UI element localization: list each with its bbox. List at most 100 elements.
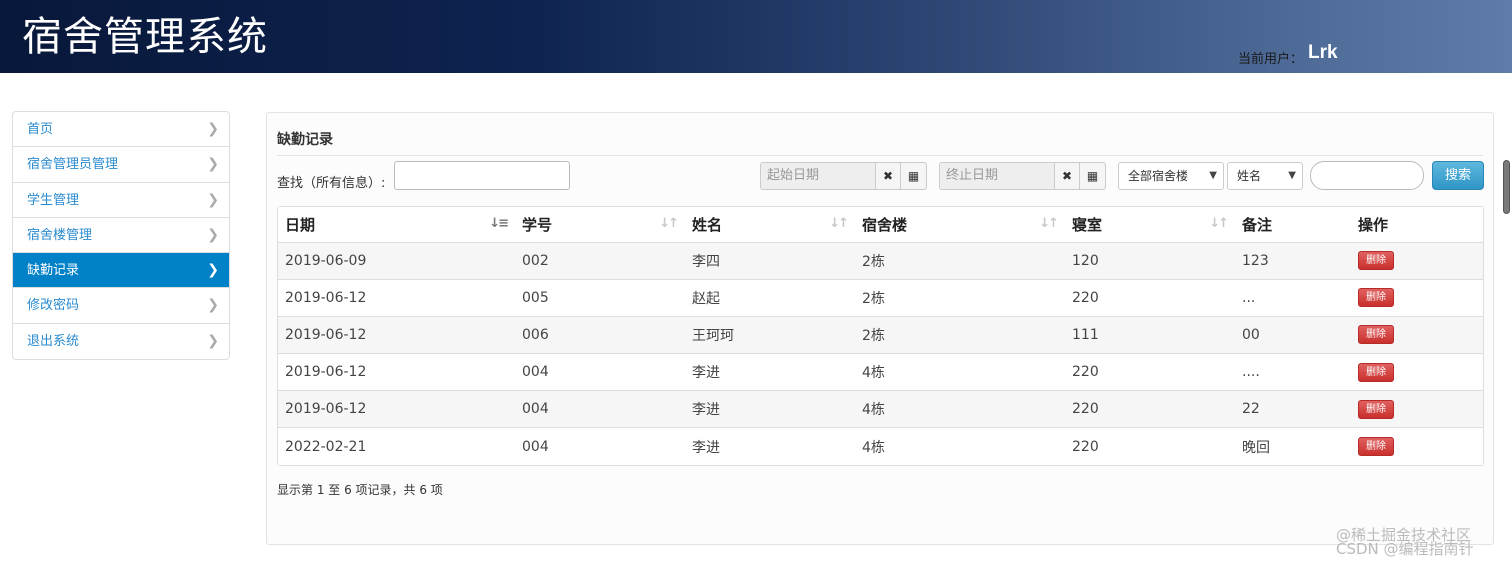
cell-id: 005 bbox=[515, 278, 685, 317]
sidebar-item-buildings[interactable]: 宿舍楼管理 ❯ bbox=[13, 218, 229, 254]
cell-date: 2019-06-12 bbox=[278, 353, 515, 391]
cell-action: 删除 bbox=[1351, 278, 1483, 317]
keyword-input[interactable] bbox=[1310, 161, 1424, 190]
cell-action: 删除 bbox=[1351, 427, 1483, 466]
current-user-label: 当前用户： bbox=[1238, 52, 1304, 67]
sort-icon: ↓↑ bbox=[1209, 216, 1229, 231]
cell-date: 2022-02-21 bbox=[278, 427, 515, 466]
chevron-down-icon: ▼ bbox=[1209, 170, 1217, 181]
column-header-id[interactable]: 学号 ↓↑ bbox=[515, 207, 685, 243]
chevron-right-icon: ❯ bbox=[207, 262, 219, 279]
table-row: 2019-06-12 004 李进 4栋 220 .... 删除 bbox=[278, 353, 1483, 391]
app-title: 宿舍管理系统 bbox=[22, 14, 268, 60]
column-header-building[interactable]: 宿舍楼 ↓↑ bbox=[855, 207, 1065, 243]
cell-note: ... bbox=[1235, 278, 1351, 317]
delete-button[interactable]: 删除 bbox=[1358, 325, 1394, 345]
divider bbox=[277, 155, 1483, 156]
delete-button[interactable]: 删除 bbox=[1358, 399, 1394, 419]
column-label: 日期 bbox=[285, 215, 316, 234]
cell-date: 2019-06-09 bbox=[278, 241, 515, 280]
sort-icon: ↓↑ bbox=[659, 216, 679, 231]
sort-asc-icon: ↓≡ bbox=[489, 216, 509, 231]
sort-icon: ↓↑ bbox=[829, 216, 849, 231]
end-date-group: 终止日期 ✖ ▦ bbox=[939, 162, 1106, 190]
cell-action: 删除 bbox=[1351, 241, 1483, 280]
sidebar-item-label: 修改密码 bbox=[27, 298, 80, 314]
delete-button[interactable]: 删除 bbox=[1358, 288, 1394, 308]
chevron-right-icon: ❯ bbox=[207, 332, 219, 349]
sidebar-item-absence[interactable]: 缺勤记录 ❯ bbox=[13, 253, 229, 289]
table-row: 2019-06-12 005 赵起 2栋 220 ... 删除 bbox=[278, 278, 1483, 317]
cell-note: 22 bbox=[1235, 390, 1351, 428]
cell-date: 2019-06-12 bbox=[278, 315, 515, 354]
calendar-icon[interactable]: ▦ bbox=[1080, 162, 1106, 190]
column-header-action: 操作 bbox=[1351, 207, 1483, 243]
cell-room: 120 bbox=[1065, 241, 1235, 280]
field-select[interactable]: 姓名 ▼ bbox=[1227, 162, 1303, 190]
sidebar-item-label: 首页 bbox=[27, 122, 54, 137]
absence-panel: 缺勤记录 查找（所有信息）: 起始日期 ✖ ▦ 终止日期 ✖ ▦ 全部宿舍楼 ▼… bbox=[266, 112, 1494, 545]
building-select-value: 全部宿舍楼 bbox=[1128, 169, 1189, 183]
start-date-input[interactable]: 起始日期 bbox=[760, 162, 875, 190]
cell-building: 2栋 bbox=[855, 241, 1065, 280]
building-select[interactable]: 全部宿舍楼 ▼ bbox=[1118, 162, 1224, 190]
cell-note: 00 bbox=[1235, 315, 1351, 354]
sidebar-item-students[interactable]: 学生管理 ❯ bbox=[13, 183, 229, 218]
cell-name: 李四 bbox=[685, 241, 855, 280]
column-label: 姓名 bbox=[692, 215, 723, 234]
column-header-date[interactable]: 日期 ↓≡ bbox=[278, 207, 515, 243]
column-label: 备注 bbox=[1242, 215, 1273, 234]
clear-icon[interactable]: ✖ bbox=[1054, 162, 1080, 190]
search-label: 查找（所有信息）: bbox=[277, 176, 386, 191]
cell-name: 李进 bbox=[685, 390, 855, 428]
cell-room: 220 bbox=[1065, 353, 1235, 391]
current-user-name: Lrk bbox=[1308, 42, 1338, 63]
cell-action: 删除 bbox=[1351, 353, 1483, 391]
cell-action: 删除 bbox=[1351, 390, 1483, 428]
sidebar-item-password[interactable]: 修改密码 ❯ bbox=[13, 288, 229, 324]
delete-button[interactable]: 删除 bbox=[1358, 251, 1394, 271]
delete-button[interactable]: 删除 bbox=[1358, 437, 1394, 457]
panel-title: 缺勤记录 bbox=[277, 132, 333, 148]
app-header: 宿舍管理系统 当前用户： Lrk bbox=[0, 0, 1512, 73]
table-row: 2019-06-12 004 李进 4栋 220 22 删除 bbox=[278, 390, 1483, 428]
cell-id: 002 bbox=[515, 241, 685, 280]
delete-button[interactable]: 删除 bbox=[1358, 362, 1394, 382]
column-header-note: 备注 bbox=[1235, 207, 1351, 243]
chevron-right-icon: ❯ bbox=[207, 191, 219, 208]
table-row: 2022-02-21 004 李进 4栋 220 晚回 删除 bbox=[278, 427, 1483, 466]
cell-id: 006 bbox=[515, 315, 685, 354]
chevron-right-icon: ❯ bbox=[207, 226, 219, 243]
sidebar-item-dorm-admin[interactable]: 宿舍管理员管理 ❯ bbox=[13, 147, 229, 183]
search-input[interactable] bbox=[394, 161, 570, 190]
start-date-group: 起始日期 ✖ ▦ bbox=[760, 162, 927, 190]
cell-action: 删除 bbox=[1351, 315, 1483, 354]
cell-name: 王珂珂 bbox=[685, 315, 855, 354]
field-select-value: 姓名 bbox=[1237, 169, 1262, 183]
sidebar-item-label: 退出系统 bbox=[27, 333, 80, 349]
cell-building: 4栋 bbox=[855, 353, 1065, 391]
clear-icon[interactable]: ✖ bbox=[875, 162, 901, 190]
cell-note: .... bbox=[1235, 353, 1351, 391]
cell-name: 赵起 bbox=[685, 278, 855, 317]
sidebar-nav: 首页 ❯ 宿舍管理员管理 ❯ 学生管理 ❯ 宿舍楼管理 ❯ 缺勤记录 ❯ 修改密… bbox=[12, 111, 230, 361]
sidebar-item-home[interactable]: 首页 ❯ bbox=[13, 112, 229, 148]
end-date-input[interactable]: 终止日期 bbox=[939, 162, 1054, 190]
column-header-room[interactable]: 寝室 ↓↑ bbox=[1065, 207, 1235, 243]
calendar-icon[interactable]: ▦ bbox=[901, 162, 927, 190]
cell-id: 004 bbox=[515, 390, 685, 428]
cell-building: 4栋 bbox=[855, 390, 1065, 428]
watermark: @稀土掘金技术社区 CSDN @编程指南针 bbox=[1336, 526, 1474, 558]
sidebar-item-logout[interactable]: 退出系统 ❯ bbox=[13, 324, 229, 359]
cell-room: 111 bbox=[1065, 315, 1235, 354]
cell-room: 220 bbox=[1065, 278, 1235, 317]
table-row: 2019-06-12 006 王珂珂 2栋 111 00 删除 bbox=[278, 315, 1483, 354]
column-header-name[interactable]: 姓名 ↓↑ bbox=[685, 207, 855, 243]
cell-building: 4栋 bbox=[855, 427, 1065, 466]
sort-icon: ↓↑ bbox=[1039, 216, 1059, 231]
cell-name: 李进 bbox=[685, 427, 855, 466]
search-button[interactable]: 搜索 bbox=[1432, 161, 1484, 190]
page-scrollbar[interactable] bbox=[1503, 160, 1510, 214]
chevron-down-icon: ▼ bbox=[1288, 170, 1296, 181]
sidebar-item-label: 缺勤记录 bbox=[27, 263, 80, 279]
